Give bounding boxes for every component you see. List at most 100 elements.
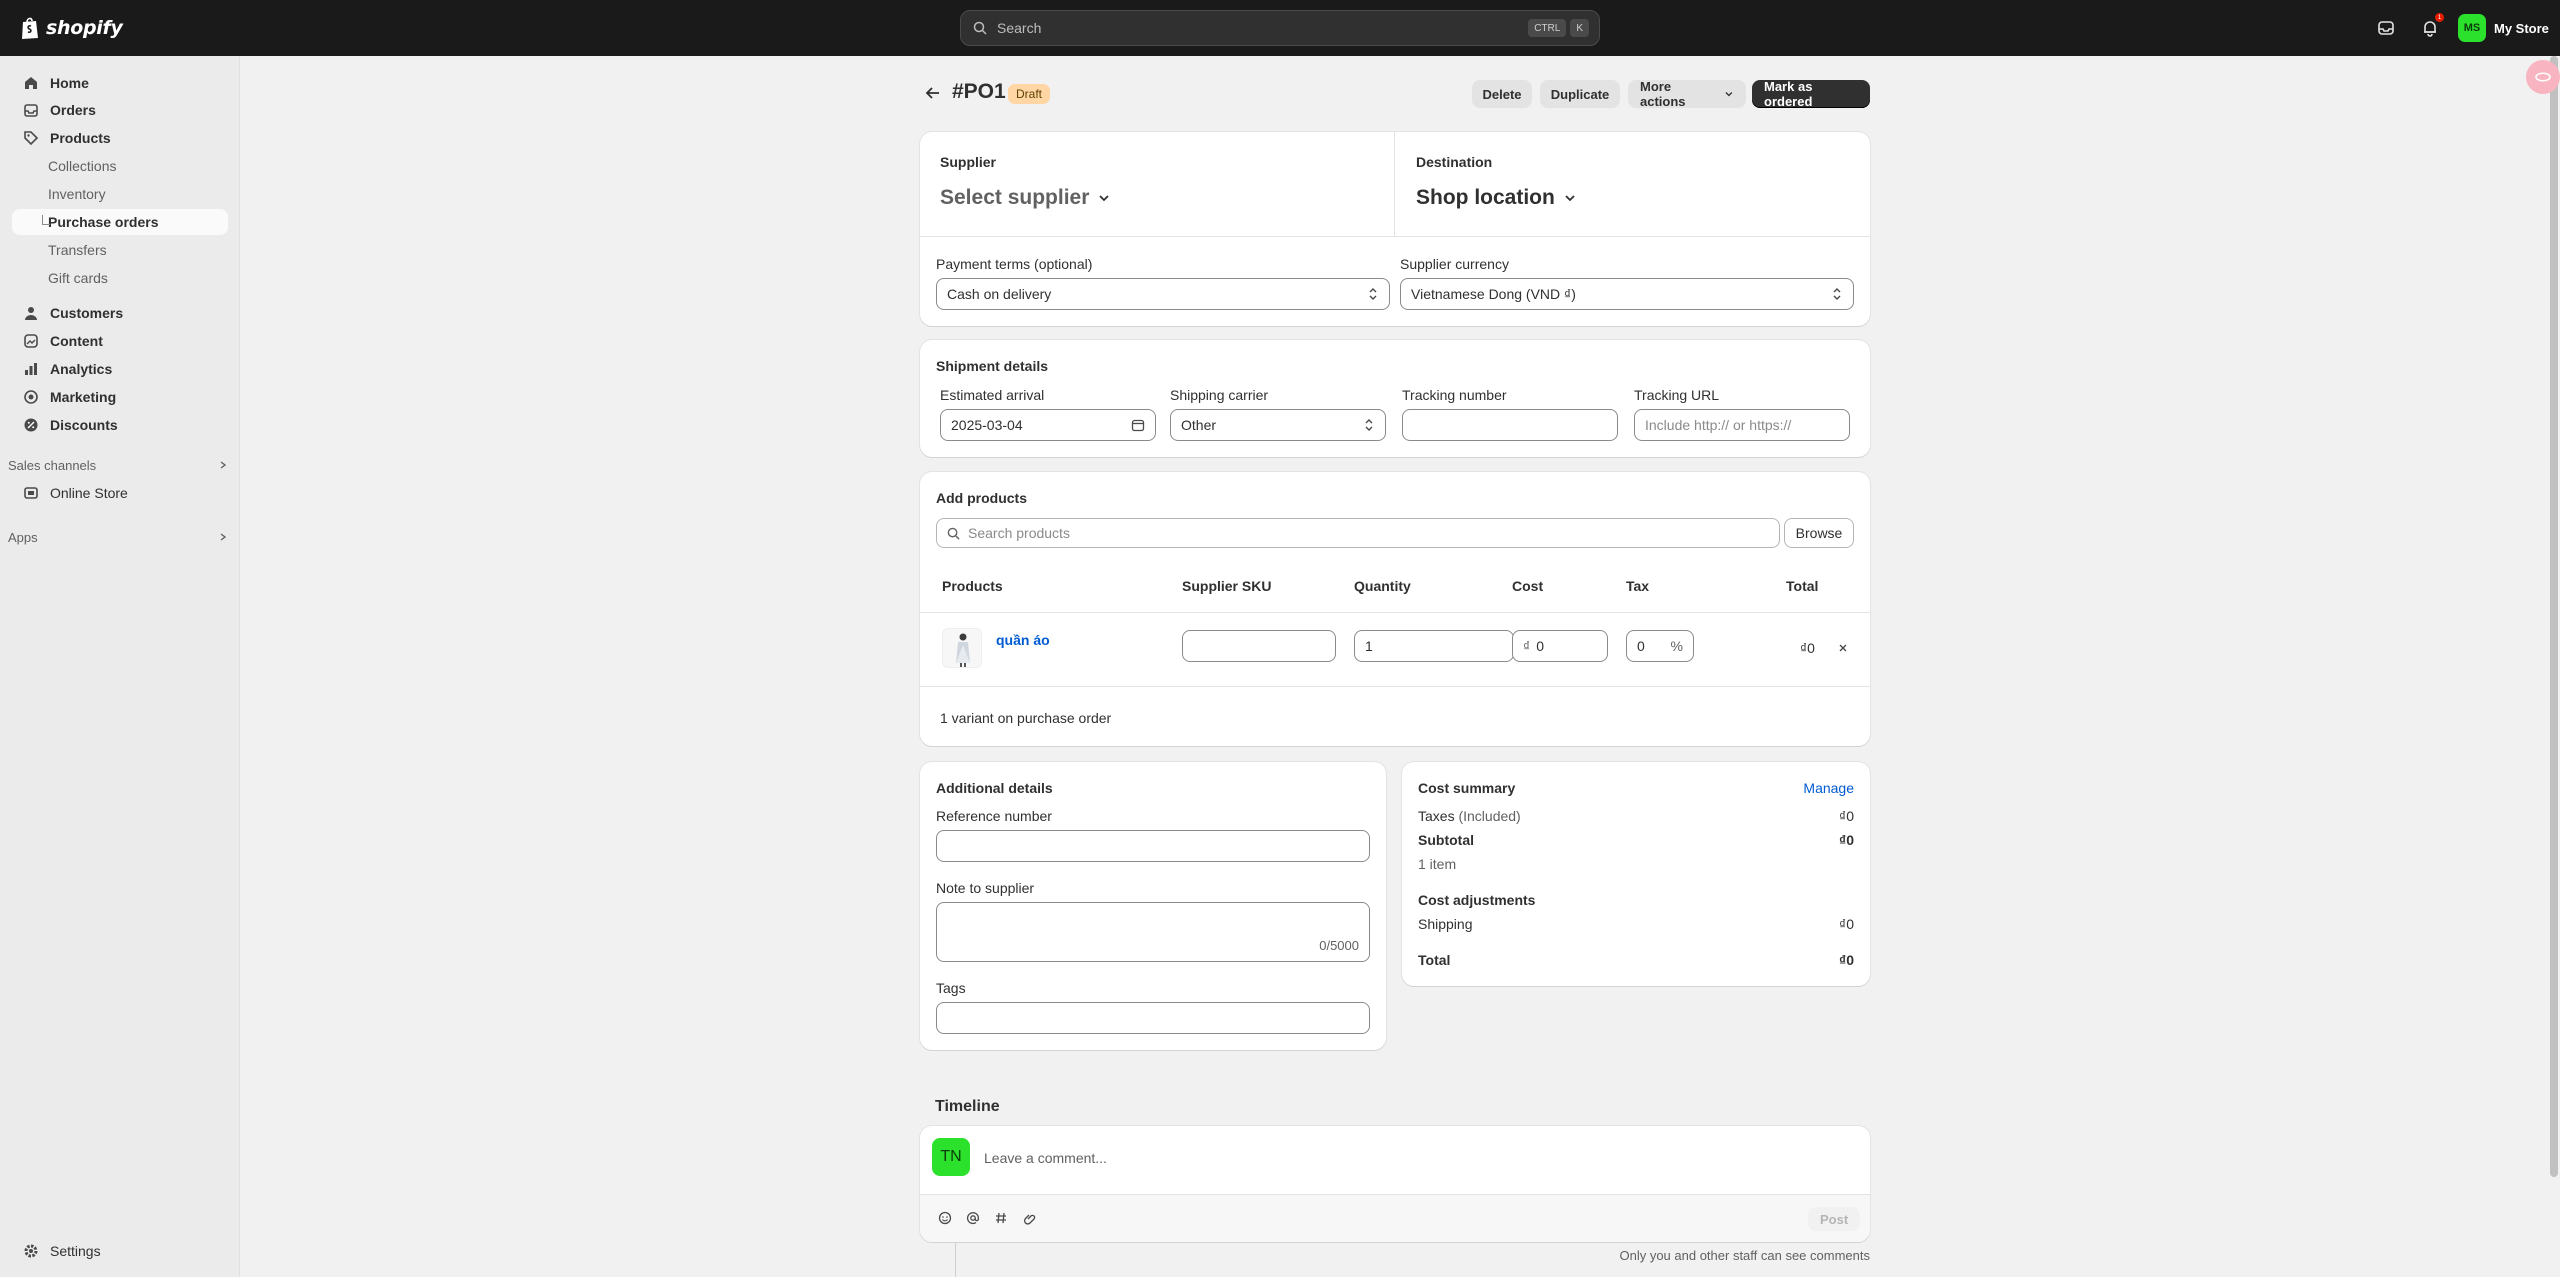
total-row: Total ₫0 (1418, 952, 1854, 972)
total-value: ₫0 (1839, 952, 1854, 968)
mention-icon[interactable] (966, 1211, 980, 1225)
store-name: My Store (2494, 20, 2549, 36)
sidebar-item-gift-cards[interactable]: Gift cards (12, 265, 228, 291)
supplier-destination-card: Supplier Select supplier Destination Sho… (920, 132, 1870, 326)
item-count: 1 item (1418, 856, 1457, 872)
tracking-number-input[interactable] (1402, 409, 1618, 441)
clothing-image (956, 633, 970, 667)
emoji-icon[interactable] (938, 1211, 952, 1225)
sidebar-item-transfers[interactable]: Transfers (12, 237, 228, 263)
total-label: Total (1418, 952, 1451, 968)
shipping-value: ₫0 (1839, 916, 1854, 932)
subtotal-row: Subtotal ₫0 (1418, 832, 1854, 852)
sidebar-label-gift-cards: Gift cards (48, 270, 108, 286)
more-actions-button[interactable]: More actions (1628, 79, 1746, 109)
store-inbox-button[interactable] (2374, 16, 2398, 40)
store-menu-button[interactable]: MS My Store (2458, 14, 2549, 42)
sidebar-label-customers: Customers (50, 305, 124, 321)
duplicate-button[interactable]: Duplicate (1540, 80, 1620, 108)
sidebar-item-marketing[interactable]: Marketing (12, 384, 228, 410)
notification-count-badge: 1 (2435, 13, 2444, 22)
quantity-input[interactable]: 1 (1354, 630, 1514, 662)
sidebar-label-orders: Orders (50, 102, 96, 118)
sidebar-item-purchase-orders[interactable]: Purchase orders (12, 209, 228, 235)
estimated-arrival-input[interactable]: 2025-03-04 (940, 409, 1156, 441)
browse-button[interactable]: Browse (1784, 518, 1854, 548)
floating-assistant-button[interactable] (2526, 60, 2560, 94)
tags-input[interactable] (936, 1002, 1370, 1034)
note-to-supplier-label: Note to supplier (936, 880, 1035, 896)
tracking-url-label: Tracking URL (1634, 387, 1720, 403)
comment-input[interactable]: Leave a comment... (984, 1150, 1107, 1166)
sidebar-section-apps[interactable]: Apps (8, 527, 228, 547)
global-search-input[interactable]: Search CTRL K (960, 10, 1600, 46)
sidebar-item-collections[interactable]: Collections (12, 153, 228, 179)
reference-number-input[interactable] (936, 830, 1370, 862)
page-scrollbar[interactable] (2548, 56, 2560, 1277)
search-products-input[interactable]: Search products (936, 518, 1780, 548)
shortcut-hint: CTRL K (1528, 19, 1589, 37)
apps-label: Apps (8, 529, 38, 545)
product-name-link[interactable]: quần áo (996, 632, 1050, 648)
subtotal-label: Subtotal (1418, 832, 1474, 848)
post-button[interactable]: Post (1808, 1207, 1861, 1231)
note-to-supplier-textarea[interactable]: 0/5000 (936, 902, 1370, 962)
destination-select[interactable]: Shop location (1416, 186, 1577, 210)
product-thumbnail[interactable] (942, 628, 982, 668)
character-counter: 0/5000 (1319, 938, 1359, 953)
timeline-line (955, 1242, 956, 1277)
timeline-title: Timeline (935, 1098, 1000, 1115)
reference-number-label: Reference number (936, 808, 1052, 824)
taxes-label: Taxes (1418, 808, 1455, 824)
chevron-right-icon (220, 533, 227, 541)
sidebar-item-home[interactable]: Home (12, 70, 228, 96)
search-icon (973, 21, 987, 35)
chevron-down-icon (1725, 92, 1733, 97)
column-header-products: Products (942, 578, 1003, 594)
subtotal-value: ₫0 (1839, 832, 1854, 848)
calendar-icon[interactable] (1131, 418, 1145, 432)
sidebar-label-content: Content (50, 333, 103, 349)
tracking-url-input[interactable]: Include http:// or https:// (1634, 409, 1850, 441)
notifications-button[interactable]: 1 (2418, 13, 2444, 40)
manage-link[interactable]: Manage (1803, 780, 1854, 800)
sidebar-item-settings[interactable]: Settings (12, 1238, 228, 1264)
column-header-quantity: Quantity (1354, 578, 1411, 594)
hashtag-icon[interactable] (994, 1211, 1008, 1225)
sidebar-item-products[interactable]: Products (12, 125, 228, 151)
back-arrow-icon[interactable] (924, 84, 942, 102)
remove-row-icon[interactable] (1838, 643, 1848, 653)
scrollbar-thumb[interactable] (2550, 56, 2558, 1177)
mark-as-ordered-button[interactable]: Mark as ordered (1752, 79, 1870, 109)
sidebar-item-orders[interactable]: Orders (12, 97, 228, 123)
shipping-label: Shipping (1418, 916, 1473, 932)
supplier-select[interactable]: Select supplier (940, 186, 1111, 210)
sidebar-label-purchase-orders: Purchase orders (48, 214, 159, 230)
card-divider (920, 236, 1870, 237)
shipping-row: Shipping ₫0 (1418, 916, 1854, 936)
search-products-placeholder: Search products (968, 525, 1070, 541)
sidebar-item-content[interactable]: Content (12, 328, 228, 354)
shipping-carrier-select[interactable]: Other (1170, 409, 1386, 441)
content-icon (22, 332, 40, 350)
supplier-sku-input[interactable] (1182, 630, 1336, 662)
sidebar-item-inventory[interactable]: Inventory (12, 181, 228, 207)
sidebar-item-online-store[interactable]: Online Store (12, 480, 228, 506)
supplier-currency-select[interactable]: Vietnamese Dong (VND ₫) (1400, 278, 1854, 310)
tax-input[interactable]: 0 % (1626, 630, 1694, 662)
shopify-logo[interactable]: shopify (20, 16, 123, 40)
chevron-right-icon (220, 461, 227, 469)
page-header: #PO1 Draft Delete Duplicate More actions… (920, 79, 1870, 109)
sidebar-section-sales-channels[interactable]: Sales channels (8, 455, 228, 475)
more-actions-label: More actions (1640, 79, 1686, 109)
sidebar-item-customers[interactable]: Customers (12, 300, 228, 326)
cost-input[interactable]: ₫ 0 (1512, 630, 1608, 662)
analytics-icon (22, 360, 40, 378)
sidebar-item-discounts[interactable]: Discounts (12, 412, 228, 438)
supplier-select-value: Select supplier (940, 186, 1090, 209)
search-icon (947, 527, 960, 540)
delete-button[interactable]: Delete (1472, 80, 1532, 108)
attachment-icon[interactable] (1022, 1211, 1036, 1225)
sidebar-item-analytics[interactable]: Analytics (12, 356, 228, 382)
payment-terms-select[interactable]: Cash on delivery (936, 278, 1390, 310)
